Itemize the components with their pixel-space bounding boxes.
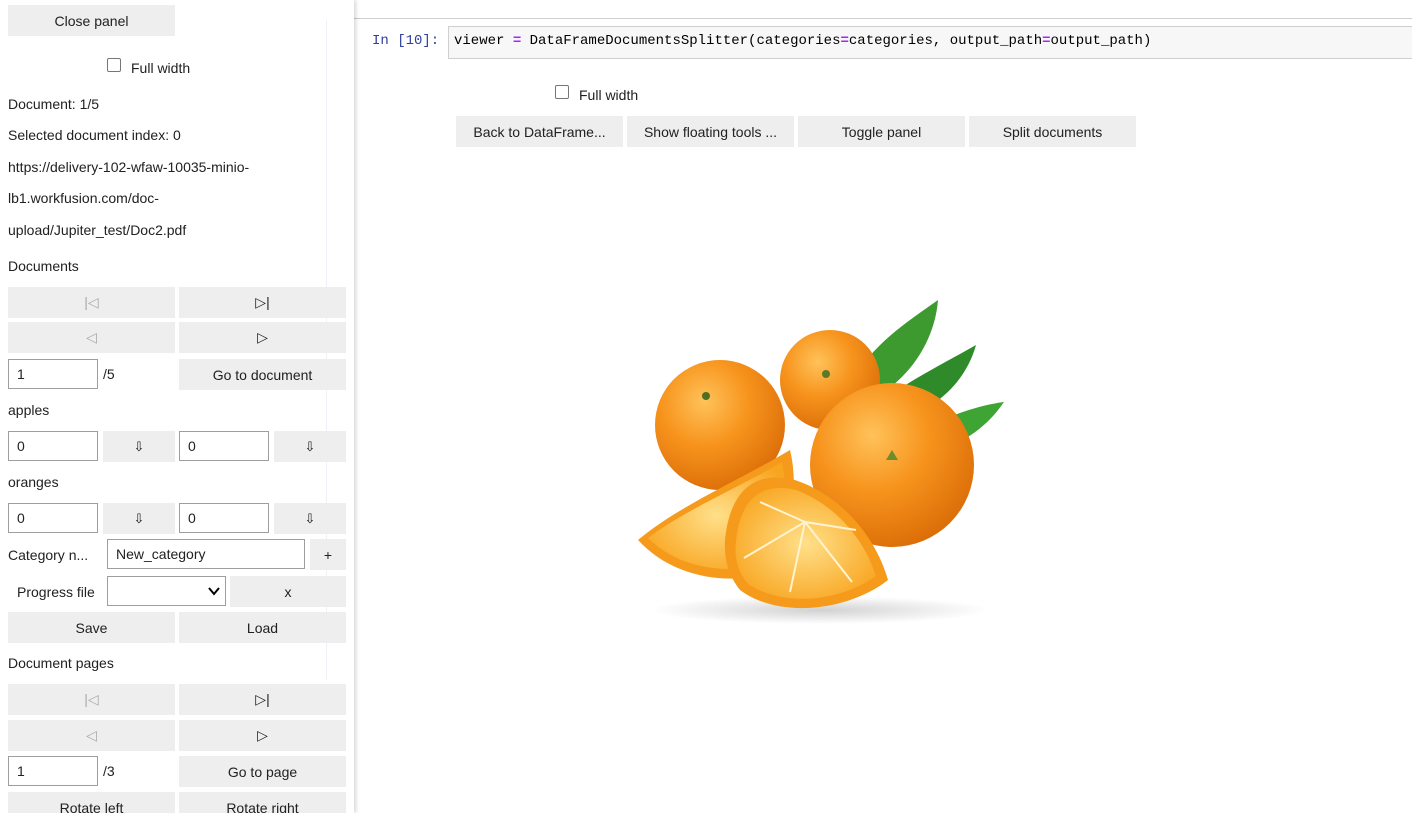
oranges-end-input[interactable] [179, 503, 269, 533]
apples-start-set-button[interactable]: ⇩ [103, 431, 175, 462]
selected-document-index: Selected document index: 0 [8, 127, 181, 143]
back-to-dataframe-button[interactable]: Back to DataFrame... [456, 116, 623, 147]
previous-document-button[interactable]: ◁ [8, 322, 175, 353]
toggle-panel-button[interactable]: Toggle panel [798, 116, 965, 147]
code-line: viewer = DataFrameDocumentsSplitter(cate… [454, 33, 1151, 49]
code-operator: = [512, 33, 522, 49]
apples-end-set-button[interactable]: ⇩ [274, 431, 346, 462]
document-number-input[interactable] [8, 359, 98, 389]
code-variable: viewer [454, 33, 513, 49]
page-number-input[interactable] [8, 756, 98, 786]
apples-end-input[interactable] [179, 431, 269, 461]
oranges-end-set-button[interactable]: ⇩ [274, 503, 346, 534]
document-counter: Document: 1/5 [8, 96, 100, 112]
first-page-button[interactable]: |◁ [8, 684, 175, 715]
load-button[interactable]: Load [179, 612, 346, 643]
side-panel: Close panel Full width Document: 1/5 Sel… [0, 0, 354, 813]
code-argument: categories, output_path [848, 33, 1043, 49]
document-url-line-2: lb1.workfusion.com/doc- [8, 190, 159, 206]
document-pages-heading: Document pages [8, 655, 114, 671]
last-document-button[interactable]: ▷| [179, 287, 346, 318]
next-page-button[interactable]: ▷ [179, 720, 346, 751]
last-page-button[interactable]: ▷| [179, 684, 346, 715]
chevron-down-icon [208, 587, 220, 596]
documents-heading: Documents [8, 258, 79, 274]
next-document-button[interactable]: ▷ [179, 322, 346, 353]
document-total: /5 [103, 366, 115, 382]
rotate-left-button[interactable]: Rotate left [8, 792, 175, 813]
output-full-width-label: Full width [579, 87, 639, 103]
add-category-button[interactable]: + [310, 539, 346, 570]
panel-full-width-checkbox[interactable] [107, 58, 121, 72]
code-argument: output_path) [1050, 33, 1152, 49]
category-name-label: Category n... [8, 547, 89, 563]
oranges-start-set-button[interactable]: ⇩ [103, 503, 175, 534]
code-cell-input[interactable]: viewer = DataFrameDocumentsSplitter(cate… [448, 26, 1412, 59]
code-operator: = [840, 33, 849, 49]
oranges-start-input[interactable] [8, 503, 98, 533]
page-total: /3 [103, 763, 115, 779]
apples-start-input[interactable] [8, 431, 98, 461]
progress-file-select[interactable] [107, 576, 226, 606]
category-label-apples: apples [8, 402, 50, 418]
save-button[interactable]: Save [8, 612, 175, 643]
document-url-line-1: https://delivery-102-wfaw-10035-minio- [8, 159, 250, 175]
code-call: DataFrameDocumentsSplitter(categories [521, 33, 841, 49]
split-documents-button[interactable]: Split documents [969, 116, 1136, 147]
category-name-input[interactable] [107, 539, 305, 569]
progress-file-label: Progress file [17, 584, 95, 600]
document-page-image [638, 300, 1004, 624]
rotate-right-button[interactable]: Rotate right [179, 792, 346, 813]
go-to-document-button[interactable]: Go to document [179, 359, 346, 390]
clear-progress-file-button[interactable]: x [230, 576, 346, 607]
code-operator: = [1042, 33, 1051, 49]
show-floating-tools-button[interactable]: Show floating tools ... [627, 116, 794, 147]
previous-page-button[interactable]: ◁ [8, 720, 175, 751]
category-label-oranges: oranges [8, 474, 59, 490]
close-panel-button[interactable]: Close panel [8, 5, 175, 36]
go-to-page-button[interactable]: Go to page [179, 756, 346, 787]
cell-prompt: In [10]: [372, 33, 440, 49]
cell-top-border [354, 18, 1412, 19]
document-url-line-3: upload/Jupiter_test/Doc2.pdf [8, 222, 187, 238]
panel-full-width-label: Full width [131, 60, 191, 76]
first-document-button[interactable]: |◁ [8, 287, 175, 318]
output-full-width-checkbox[interactable] [555, 85, 569, 99]
